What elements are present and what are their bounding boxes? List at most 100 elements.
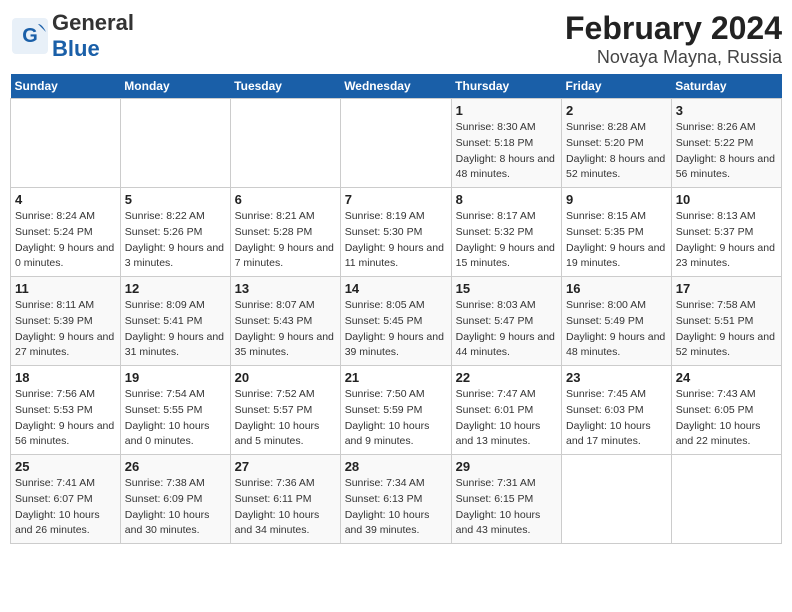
calendar-cell: 7 Sunrise: 8:19 AMSunset: 5:30 PMDaylight… xyxy=(340,188,451,277)
calendar-week-1: 4 Sunrise: 8:24 AMSunset: 5:24 PMDaylight… xyxy=(11,188,782,277)
day-info: Sunrise: 8:09 AMSunset: 5:41 PMDaylight:… xyxy=(125,298,226,361)
calendar-header: Sunday Monday Tuesday Wednesday Thursday… xyxy=(11,74,782,99)
day-info: Sunrise: 8:17 AMSunset: 5:32 PMDaylight:… xyxy=(456,209,557,272)
calendar-cell xyxy=(230,99,340,188)
calendar-cell: 21 Sunrise: 7:50 AMSunset: 5:59 PMDayligh… xyxy=(340,366,451,455)
day-number: 3 xyxy=(676,103,777,118)
day-number: 7 xyxy=(345,192,447,207)
day-number: 20 xyxy=(235,370,336,385)
day-info: Sunrise: 8:19 AMSunset: 5:30 PMDaylight:… xyxy=(345,209,447,272)
calendar-week-0: 1 Sunrise: 8:30 AMSunset: 5:18 PMDaylight… xyxy=(11,99,782,188)
header-wednesday: Wednesday xyxy=(340,74,451,99)
calendar-cell: 2Sunrise: 8:28 AMSunset: 5:20 PMDaylight… xyxy=(562,99,672,188)
day-info: Sunrise: 8:22 AMSunset: 5:26 PMDaylight:… xyxy=(125,209,226,272)
day-number: 17 xyxy=(676,281,777,296)
day-number: 15 xyxy=(456,281,557,296)
day-info: Sunrise: 8:28 AMSunset: 5:20 PMDaylight:… xyxy=(566,120,667,183)
logo-blue: Blue xyxy=(52,36,100,61)
calendar-cell: 22 Sunrise: 7:47 AMSunset: 6:01 PMDayligh… xyxy=(451,366,561,455)
day-number: 28 xyxy=(345,459,447,474)
calendar-cell: 16Sunrise: 8:00 AMSunset: 5:49 PMDayligh… xyxy=(562,277,672,366)
header-tuesday: Tuesday xyxy=(230,74,340,99)
calendar-cell: 19 Sunrise: 7:54 AMSunset: 5:55 PMDayligh… xyxy=(120,366,230,455)
calendar-cell: 5 Sunrise: 8:22 AMSunset: 5:26 PMDaylight… xyxy=(120,188,230,277)
calendar-cell: 3 Sunrise: 8:26 AMSunset: 5:22 PMDaylight… xyxy=(671,99,781,188)
calendar-cell: 12 Sunrise: 8:09 AMSunset: 5:41 PMDayligh… xyxy=(120,277,230,366)
day-number: 29 xyxy=(456,459,557,474)
day-number: 4 xyxy=(15,192,116,207)
calendar-cell xyxy=(120,99,230,188)
day-info: Sunrise: 8:07 AMSunset: 5:43 PMDaylight:… xyxy=(235,298,336,361)
day-number: 5 xyxy=(125,192,226,207)
calendar-cell: 17Sunrise: 7:58 AMSunset: 5:51 PMDayligh… xyxy=(671,277,781,366)
calendar-cell: 11 Sunrise: 8:11 AMSunset: 5:39 PMDayligh… xyxy=(11,277,121,366)
calendar-cell xyxy=(11,99,121,188)
day-number: 27 xyxy=(235,459,336,474)
calendar-cell: 28 Sunrise: 7:34 AMSunset: 6:13 PMDayligh… xyxy=(340,455,451,544)
calendar-cell: 18 Sunrise: 7:56 AMSunset: 5:53 PMDayligh… xyxy=(11,366,121,455)
calendar-week-2: 11 Sunrise: 8:11 AMSunset: 5:39 PMDayligh… xyxy=(11,277,782,366)
page-title: February 2024 xyxy=(565,10,782,47)
calendar-cell: 24Sunrise: 7:43 AMSunset: 6:05 PMDayligh… xyxy=(671,366,781,455)
calendar-week-3: 18 Sunrise: 7:56 AMSunset: 5:53 PMDayligh… xyxy=(11,366,782,455)
logo: G General Blue xyxy=(10,10,134,62)
day-number: 13 xyxy=(235,281,336,296)
header: G General Blue February 2024 Novaya Mayn… xyxy=(10,10,782,68)
calendar-body: 1 Sunrise: 8:30 AMSunset: 5:18 PMDaylight… xyxy=(11,99,782,544)
calendar-cell: 4 Sunrise: 8:24 AMSunset: 5:24 PMDaylight… xyxy=(11,188,121,277)
logo-text: General Blue xyxy=(52,10,134,62)
calendar-cell: 26 Sunrise: 7:38 AMSunset: 6:09 PMDayligh… xyxy=(120,455,230,544)
day-info: Sunrise: 8:30 AMSunset: 5:18 PMDaylight:… xyxy=(456,120,557,183)
calendar-cell: 9Sunrise: 8:15 AMSunset: 5:35 PMDaylight… xyxy=(562,188,672,277)
calendar-week-4: 25 Sunrise: 7:41 AMSunset: 6:07 PMDayligh… xyxy=(11,455,782,544)
day-info: Sunrise: 7:47 AMSunset: 6:01 PMDaylight:… xyxy=(456,387,557,450)
title-area: February 2024 Novaya Mayna, Russia xyxy=(565,10,782,68)
calendar-cell: 25 Sunrise: 7:41 AMSunset: 6:07 PMDayligh… xyxy=(11,455,121,544)
day-info: Sunrise: 8:03 AMSunset: 5:47 PMDaylight:… xyxy=(456,298,557,361)
day-info: Sunrise: 7:31 AMSunset: 6:15 PMDaylight:… xyxy=(456,476,557,539)
calendar-cell: 1 Sunrise: 8:30 AMSunset: 5:18 PMDaylight… xyxy=(451,99,561,188)
day-info: Sunrise: 8:21 AMSunset: 5:28 PMDaylight:… xyxy=(235,209,336,272)
day-number: 11 xyxy=(15,281,116,296)
calendar-cell: 8 Sunrise: 8:17 AMSunset: 5:32 PMDaylight… xyxy=(451,188,561,277)
header-friday: Friday xyxy=(562,74,672,99)
day-info: Sunrise: 7:41 AMSunset: 6:07 PMDaylight:… xyxy=(15,476,116,539)
calendar-cell: 13 Sunrise: 8:07 AMSunset: 5:43 PMDayligh… xyxy=(230,277,340,366)
calendar-cell xyxy=(340,99,451,188)
day-number: 6 xyxy=(235,192,336,207)
day-info: Sunrise: 7:56 AMSunset: 5:53 PMDaylight:… xyxy=(15,387,116,450)
day-info: Sunrise: 7:34 AMSunset: 6:13 PMDaylight:… xyxy=(345,476,447,539)
day-info: Sunrise: 7:38 AMSunset: 6:09 PMDaylight:… xyxy=(125,476,226,539)
day-number: 26 xyxy=(125,459,226,474)
day-number: 1 xyxy=(456,103,557,118)
calendar-cell: 23 Sunrise: 7:45 AMSunset: 6:03 PMDayligh… xyxy=(562,366,672,455)
day-info: Sunrise: 8:26 AMSunset: 5:22 PMDaylight:… xyxy=(676,120,777,183)
day-number: 23 xyxy=(566,370,667,385)
calendar-cell: 10 Sunrise: 8:13 AMSunset: 5:37 PMDayligh… xyxy=(671,188,781,277)
day-number: 19 xyxy=(125,370,226,385)
header-thursday: Thursday xyxy=(451,74,561,99)
day-info: Sunrise: 7:45 AMSunset: 6:03 PMDaylight:… xyxy=(566,387,667,450)
day-number: 21 xyxy=(345,370,447,385)
calendar-cell: 15 Sunrise: 8:03 AMSunset: 5:47 PMDayligh… xyxy=(451,277,561,366)
day-info: Sunrise: 8:15 AMSunset: 5:35 PMDaylight:… xyxy=(566,209,667,272)
day-number: 10 xyxy=(676,192,777,207)
day-info: Sunrise: 8:24 AMSunset: 5:24 PMDaylight:… xyxy=(15,209,116,272)
day-number: 18 xyxy=(15,370,116,385)
day-info: Sunrise: 7:54 AMSunset: 5:55 PMDaylight:… xyxy=(125,387,226,450)
day-number: 12 xyxy=(125,281,226,296)
page-subtitle: Novaya Mayna, Russia xyxy=(565,47,782,68)
day-number: 25 xyxy=(15,459,116,474)
svg-text:G: G xyxy=(22,25,38,47)
calendar-cell xyxy=(562,455,672,544)
calendar-cell: 29 Sunrise: 7:31 AMSunset: 6:15 PMDayligh… xyxy=(451,455,561,544)
day-number: 16 xyxy=(566,281,667,296)
day-number: 22 xyxy=(456,370,557,385)
day-number: 8 xyxy=(456,192,557,207)
calendar-cell: 14Sunrise: 8:05 AMSunset: 5:45 PMDayligh… xyxy=(340,277,451,366)
day-info: Sunrise: 8:11 AMSunset: 5:39 PMDaylight:… xyxy=(15,298,116,361)
day-info: Sunrise: 7:50 AMSunset: 5:59 PMDaylight:… xyxy=(345,387,447,450)
day-info: Sunrise: 8:13 AMSunset: 5:37 PMDaylight:… xyxy=(676,209,777,272)
day-number: 14 xyxy=(345,281,447,296)
header-saturday: Saturday xyxy=(671,74,781,99)
